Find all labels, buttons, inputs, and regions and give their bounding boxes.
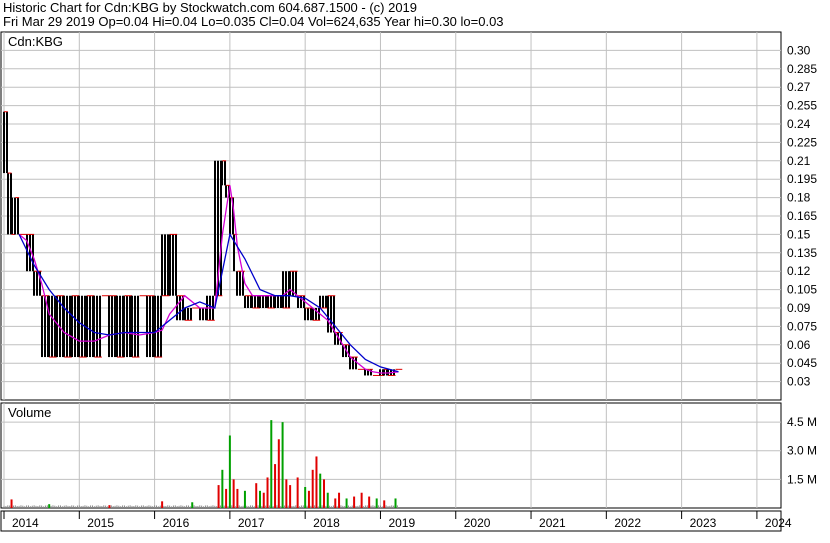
volume-label: Volume	[8, 405, 51, 420]
price-tick-label: 0.12	[787, 264, 811, 278]
volume-tick-label: 3.0 M	[787, 444, 817, 458]
year-label: 2021	[539, 516, 566, 530]
year-label: 2016	[163, 516, 190, 530]
year-label: 2017	[238, 516, 265, 530]
price-tick-label: 0.255	[787, 99, 817, 113]
year-label: 2019	[388, 516, 415, 530]
price-axis-labels: 0.30 0.285 0.27 0.255 0.24 0.225 0.21 0.195 0.18…	[787, 43, 817, 388]
volume-tick-label: 1.5 M	[787, 472, 817, 486]
year-label: 2024	[765, 516, 792, 530]
price-tick-label: 0.225	[787, 135, 817, 149]
price-tick-label: 0.21	[787, 154, 811, 168]
year-label: 2015	[87, 516, 114, 530]
year-label: 2018	[313, 516, 340, 530]
price-tick-label: 0.165	[787, 209, 817, 223]
price-tick-label: 0.03	[787, 375, 811, 389]
price-tick-label: 0.18	[787, 191, 811, 205]
price-tick-label: 0.105	[787, 283, 817, 297]
price-tick-label: 0.30	[787, 43, 811, 57]
volume-panel-frame	[0, 402, 782, 509]
year-label: 2022	[614, 516, 641, 530]
price-tick-label: 0.285	[787, 62, 817, 76]
price-tick-label: 0.06	[787, 338, 811, 352]
price-tick-label: 0.195	[787, 172, 817, 186]
volume-tick-label: 4.5 M	[787, 415, 817, 429]
symbol-label: Cdn:KBG	[8, 34, 63, 49]
stock-chart: 0.30 0.285 0.27 0.255 0.24 0.225 0.21 0.195 0.18…	[0, 31, 817, 532]
price-tick-label: 0.135	[787, 246, 817, 260]
price-tick-label: 0.24	[787, 117, 811, 131]
price-tick-label: 0.27	[787, 80, 811, 94]
price-tick-label: 0.09	[787, 301, 811, 315]
price-tick-label: 0.15	[787, 227, 811, 241]
price-tick-label: 0.045	[787, 356, 817, 370]
year-label: 2020	[464, 516, 491, 530]
year-label: 2023	[690, 516, 717, 530]
price-tick-label: 0.075	[787, 319, 817, 333]
year-label: 2014	[12, 516, 39, 530]
volume-axis-labels: 1.5 M 3.0 M 4.5 M	[787, 415, 817, 486]
